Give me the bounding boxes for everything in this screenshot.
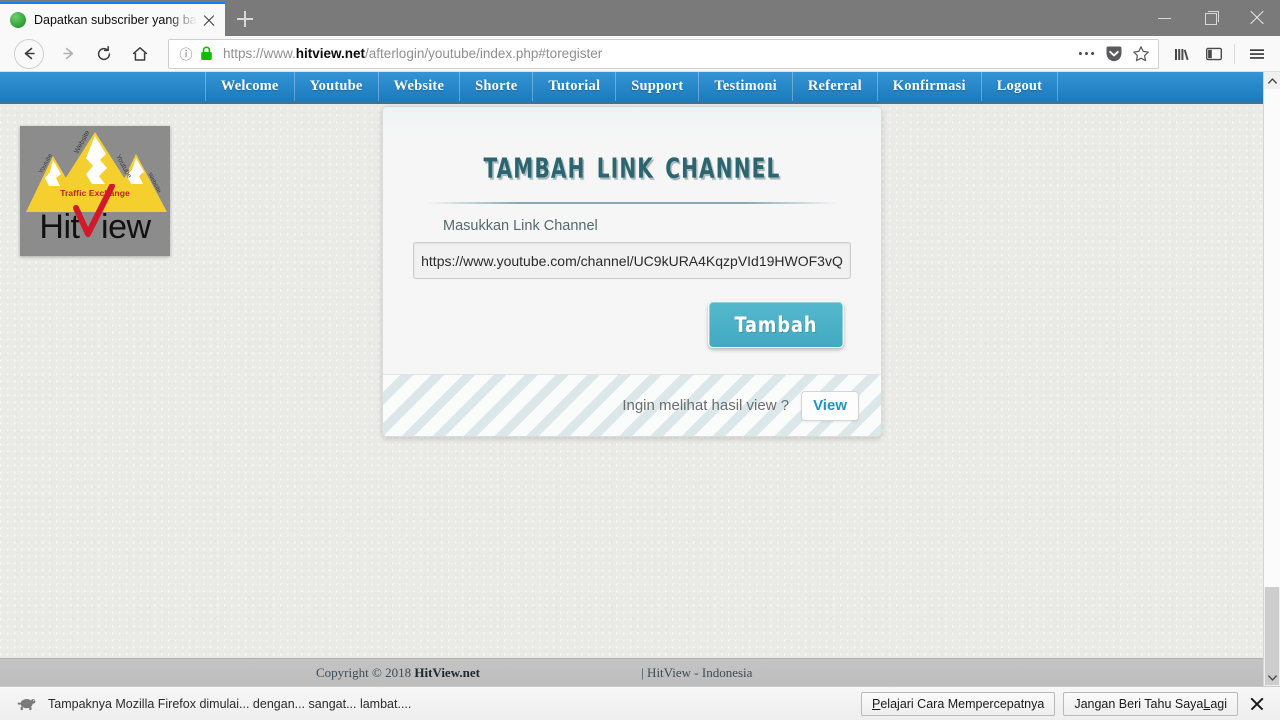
minimize-button[interactable] [1142, 0, 1188, 36]
nav-item-referral[interactable]: Referral [791, 72, 877, 101]
copyright-post: | HitView - Indonesia [637, 664, 753, 680]
site-footer: Copyright © 2018 HitView.net | HitView -… [0, 658, 1263, 686]
secondary-button-post: agi [1210, 696, 1227, 711]
page-title: Tambah Link Channel [483, 141, 781, 188]
nav-item-welcome[interactable]: Welcome [204, 72, 294, 101]
nav-item-logout[interactable]: Logout [980, 72, 1059, 101]
submit-row: Tambah [413, 301, 851, 348]
library-icon[interactable] [1167, 39, 1197, 69]
scroll-up-arrow-icon[interactable] [1264, 72, 1280, 89]
pocket-icon[interactable] [1100, 40, 1127, 68]
nav-item-testimoni[interactable]: Testimoni [698, 72, 792, 101]
site-logo[interactable]: Website Youtube Youtube Website Traffic … [20, 126, 170, 256]
window-close-button[interactable] [1234, 0, 1280, 36]
learn-how-to-speed-up-button[interactable]: Pelajari Cara Mempercepatnya [861, 691, 1056, 716]
nav-item-tutorial[interactable]: Tutorial [532, 72, 615, 101]
view-button[interactable]: View [801, 390, 859, 421]
card-body: Tambah Link Channel Masukkan Link Channe… [383, 107, 881, 374]
site-nav-list: Welcome Youtube Website Shorte Tutorial … [204, 72, 1059, 101]
home-button[interactable] [122, 39, 158, 69]
toolbar-divider [1234, 43, 1235, 64]
add-channel-card: Tambah Link Channel Masukkan Link Channe… [382, 106, 882, 437]
reload-icon [97, 45, 111, 60]
browser-tab[interactable]: Dapatkan subscriber yang bany [0, 2, 225, 36]
nav-item-konfirmasi[interactable]: Konfirmasi [876, 72, 981, 101]
scroll-down-arrow-icon[interactable] [1264, 669, 1280, 686]
back-button[interactable] [14, 38, 44, 69]
notification-message: Tampaknya Mozilla Firefox dimulai... den… [48, 696, 412, 711]
page-actions-icon[interactable] [1073, 40, 1100, 68]
channel-link-label: Masukkan Link Channel [443, 218, 598, 234]
turtle-slow-icon [14, 696, 38, 711]
url-bar[interactable]: ⓘ https://www.hitview.net/afterlogin/you… [168, 38, 1159, 69]
page-body: Website Youtube Youtube Website Traffic … [0, 104, 1263, 658]
restore-button[interactable] [1188, 0, 1234, 36]
view-result-question: Ingin melihat hasil view ? [622, 397, 790, 414]
site-navigation: Welcome Youtube Website Shorte Tutorial … [0, 72, 1263, 104]
sidebar-icon[interactable] [1199, 39, 1229, 69]
forward-button [50, 39, 86, 69]
browser-navbar: ⓘ https://www.hitview.net/afterlogin/you… [0, 36, 1280, 72]
dont-tell-me-again-button[interactable]: Jangan Beri Tahu Saya Lagi [1063, 691, 1238, 716]
tab-close-icon[interactable] [199, 10, 219, 30]
channel-link-input[interactable] [413, 242, 851, 279]
home-icon [132, 46, 148, 61]
nav-item-youtube[interactable]: Youtube [293, 72, 378, 101]
site-favicon [10, 12, 26, 28]
scrollbar-track[interactable] [1264, 89, 1280, 587]
card-footer: Ingin melihat hasil view ? View [383, 374, 881, 436]
page-viewport: Welcome Youtube Website Shorte Tutorial … [0, 72, 1280, 686]
browser-titlebar: Dapatkan subscriber yang bany [0, 0, 1280, 36]
reload-button[interactable] [86, 39, 122, 69]
title-divider [427, 202, 837, 204]
nav-item-website[interactable]: Website [377, 72, 460, 101]
hamburger-menu-icon[interactable] [1242, 39, 1272, 69]
url-path: /afterlogin/youtube/index.php#toregister [365, 46, 603, 61]
url-text[interactable]: https://www.hitview.net/afterlogin/youtu… [215, 46, 1073, 61]
star-icon[interactable] [1127, 40, 1154, 68]
slow-startup-notification-bar: Tampaknya Mozilla Firefox dimulai... den… [0, 686, 1280, 720]
forward-arrow-icon [62, 47, 73, 60]
nav-item-shorte[interactable]: Shorte [459, 72, 532, 101]
identity-info-icon[interactable]: ⓘ [175, 46, 197, 62]
secondary-button-pre: Jangan Beri Tahu Saya [1074, 696, 1204, 711]
lock-icon[interactable] [197, 46, 215, 61]
red-check-icon [73, 184, 115, 237]
page-scrollbar[interactable] [1263, 72, 1280, 686]
notification-close-icon[interactable] [1244, 691, 1270, 717]
new-tab-button[interactable] [225, 2, 265, 36]
copyright-text: Copyright © 2018 HitView.net | HitView -… [158, 665, 752, 681]
footer-brand: HitView.net [414, 664, 480, 680]
copyright-pre: Copyright © 2018 [316, 664, 415, 680]
back-arrow-icon [24, 47, 35, 60]
url-domain: hitview.net [295, 46, 366, 61]
tab-title: Dapatkan subscriber yang bany [34, 13, 197, 27]
tambah-button[interactable]: Tambah [708, 301, 844, 348]
primary-button-rest: elajari Cara Mempercepatnya [880, 696, 1045, 711]
browser-window: Dapatkan subscriber yang bany ⓘ https://… [0, 0, 1280, 720]
nav-item-support[interactable]: Support [615, 72, 698, 101]
web-page: Welcome Youtube Website Shorte Tutorial … [0, 72, 1263, 686]
url-scheme: https://www. [223, 46, 296, 61]
url-bar-actions [1073, 40, 1154, 68]
window-controls [1142, 0, 1280, 36]
